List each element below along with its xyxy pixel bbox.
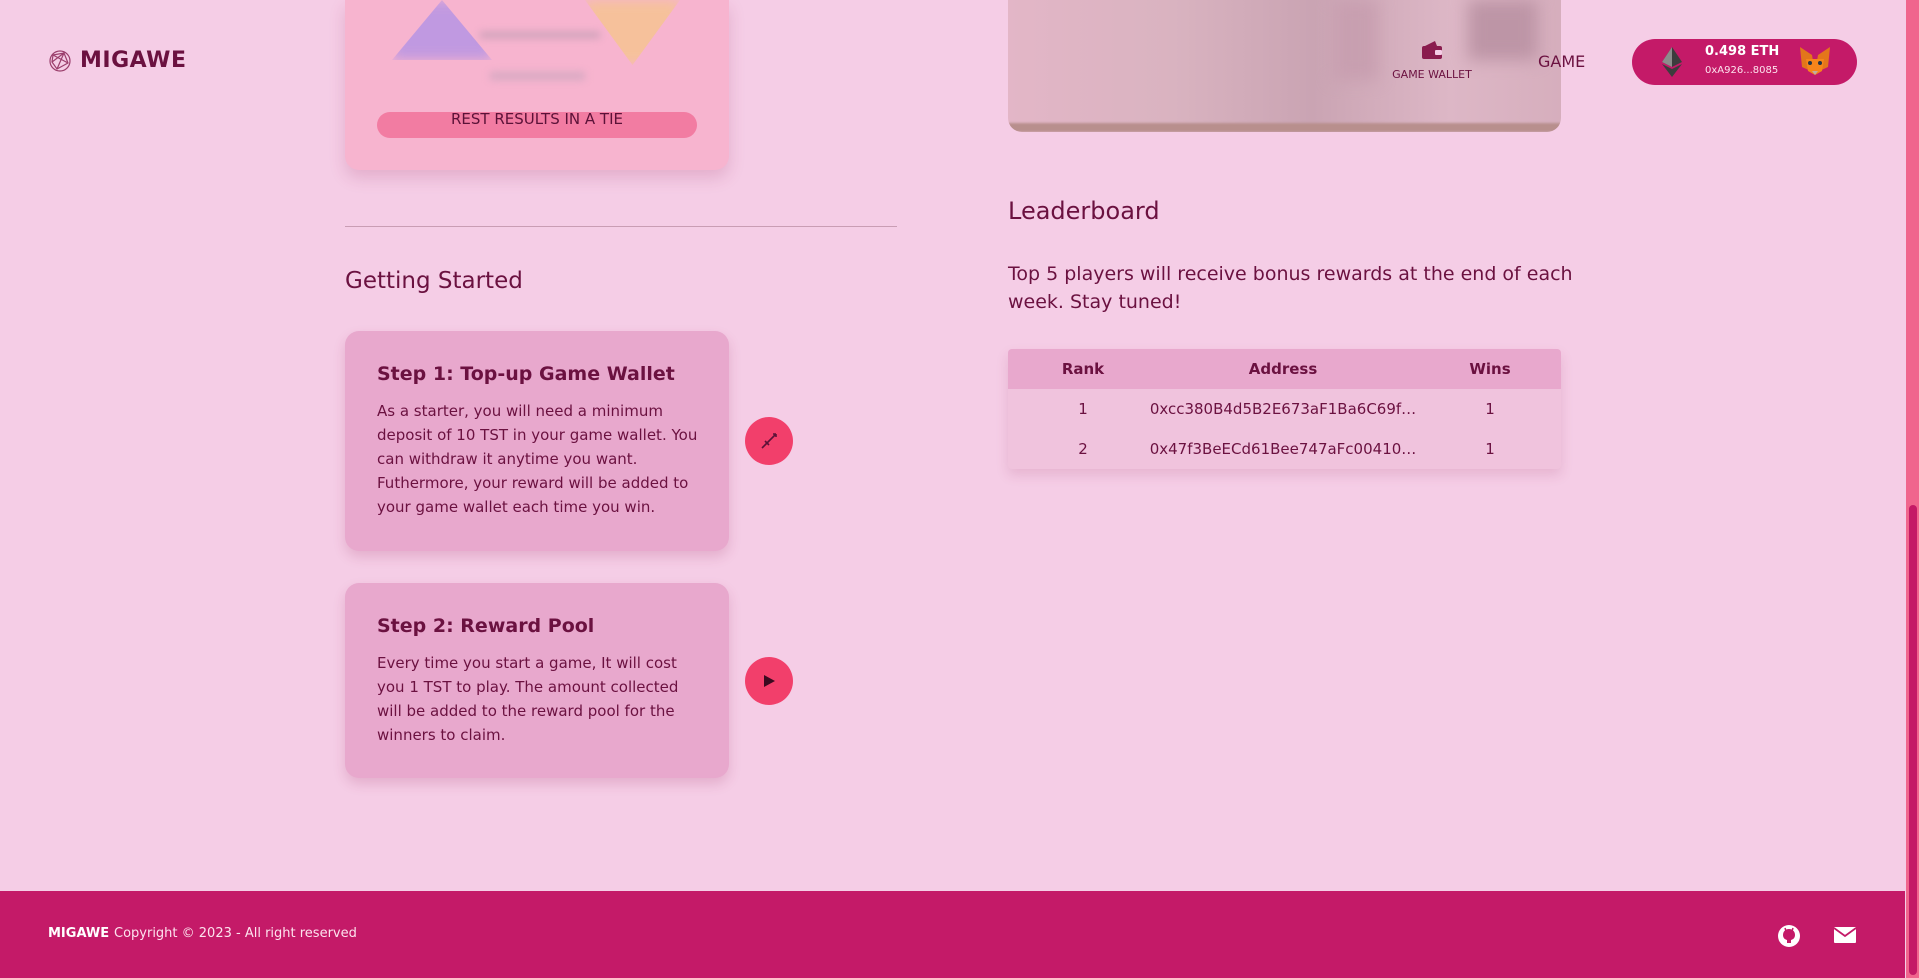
column-header-wins: Wins: [1469, 360, 1511, 378]
table-row-wins: 1: [1485, 400, 1495, 418]
table-row-wins: 1: [1485, 440, 1495, 458]
footer-brand: MIGAWE: [48, 926, 110, 941]
column-header-address: Address: [1248, 360, 1318, 378]
table-row-address: 0xcc380B4d5B2E673aF1Ba6C69f…: [1149, 400, 1417, 418]
scrollbar[interactable]: [1906, 0, 1919, 978]
leaderboard-title: Leaderboard: [1008, 197, 1160, 225]
wallet-balance: 0.498 ETH: [1705, 44, 1780, 59]
ethereum-icon: [1662, 47, 1682, 77]
wallet-connect-button[interactable]: 0.498 ETH 0xA926...8085: [1632, 39, 1857, 85]
step-title: Step 1: Top-up Game Wallet: [377, 363, 675, 385]
result-button[interactable]: REST RESULTS IN A TIE: [377, 112, 697, 138]
nav-game[interactable]: GAME: [1538, 52, 1585, 71]
brand-name: MIGAWE: [80, 48, 187, 73]
vs-line-blurred: [480, 32, 600, 38]
step-body: Every time you start a game, It will cos…: [377, 654, 679, 744]
leaderboard-description: Top 5 players will receive bonus rewards…: [1008, 263, 1573, 313]
step-card-reward-pool: Step 2: Reward Pool Every time you start…: [345, 583, 729, 778]
nav-game-wallet-label: GAME WALLET: [1392, 68, 1472, 81]
step-title: Step 2: Reward Pool: [377, 615, 595, 637]
table-row-rank: 1: [1078, 400, 1088, 418]
top-up-button[interactable]: [745, 417, 793, 465]
wallet-address: 0xA926...8085: [1705, 65, 1779, 76]
footer: MIGAWE Copyright © 2023 - All right rese…: [0, 891, 1905, 978]
label-blurred: [490, 72, 585, 80]
github-icon[interactable]: [1777, 924, 1801, 948]
brand-logo[interactable]: MIGAWE: [48, 48, 186, 73]
step-card-top-up: Step 1: Top-up Game Wallet As a starter,…: [345, 331, 729, 551]
table-row-rank: 2: [1078, 440, 1088, 458]
table-row-address: 0x47f3BeECd61Bee747aFc00410…: [1149, 440, 1417, 458]
nav-game-wallet[interactable]: GAME WALLET: [1390, 40, 1474, 81]
scrollbar-thumb[interactable]: [1909, 505, 1917, 975]
section-divider: [345, 226, 897, 227]
mail-icon[interactable]: [1833, 925, 1857, 945]
leaderboard-table: Rank Address Wins 1 0xcc380B4d5B2E673aF1…: [1008, 349, 1561, 469]
column-header-rank: Rank: [1061, 360, 1105, 378]
hero-image-blurred: [1008, 0, 1561, 132]
step-body: As a starter, you will need a minimum de…: [377, 402, 698, 516]
globe-network-icon: [49, 49, 71, 72]
sword-icon: [761, 433, 777, 449]
getting-started-title: Getting Started: [345, 268, 523, 294]
start-game-button[interactable]: [745, 657, 793, 705]
wallet-icon: [1422, 41, 1442, 59]
game-preview-card: [345, 0, 729, 170]
footer-copyright: Copyright © 2023 - All right reserved: [114, 926, 357, 941]
metamask-fox-icon: [1800, 47, 1830, 75]
play-icon: [764, 675, 775, 687]
